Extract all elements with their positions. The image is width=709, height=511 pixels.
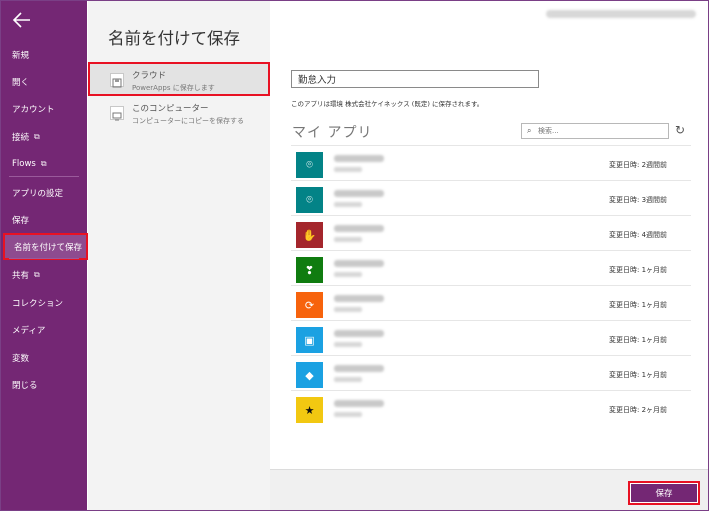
app-name-blurred bbox=[334, 365, 384, 372]
sidebar-item-11[interactable]: 変数 bbox=[1, 344, 87, 371]
app-owner-blurred bbox=[334, 377, 362, 382]
app-name-blurred bbox=[334, 295, 384, 302]
sidebar-item-label: アカウント bbox=[12, 104, 55, 115]
location-pc-title: このコンピューター bbox=[132, 104, 209, 114]
sidebar-item-1[interactable]: 開く bbox=[1, 68, 87, 95]
location-this-computer[interactable]: このコンピューター コンピューターにコピーを保存する bbox=[90, 97, 270, 131]
app-name-input[interactable] bbox=[291, 70, 539, 88]
app-owner-blurred bbox=[334, 307, 362, 312]
external-link-icon: ⧉ bbox=[34, 269, 40, 279]
sidebar-item-label: 変数 bbox=[12, 353, 30, 364]
computer-icon bbox=[110, 106, 124, 121]
save-button[interactable]: 保存 bbox=[628, 481, 700, 505]
sidebar-item-label: 保存 bbox=[12, 215, 30, 226]
sidebar-item-label: アプリの設定 bbox=[12, 188, 64, 199]
map-pin-icon: ⌾ bbox=[296, 187, 323, 213]
search-input[interactable] bbox=[538, 125, 663, 137]
sidebar-item-12[interactable]: 閉じる bbox=[1, 371, 87, 398]
location-cloud[interactable]: クラウド PowerApps に保存します bbox=[88, 62, 270, 96]
app-modified-time: 変更日時: 1ヶ月前 bbox=[609, 301, 668, 309]
sidebar-item-4[interactable]: Flows ⧉ bbox=[1, 150, 87, 177]
app-list: ⌾ 変更日時: 2週間前 ⌾ 変更日時: 3週間前 ✋ 変更日時: 4週間前 ❣ 変更日時: … bbox=[291, 145, 691, 425]
location-cloud-subtitle: PowerApps に保存します bbox=[132, 84, 215, 92]
save-as-window: 新規 開く アカウント 接続 ⧉ Flows ⧉ アプリの設定 保存 名前を付けて保存 共有 ⧉ コレク… bbox=[0, 0, 709, 511]
location-pc-subtitle: コンピューターにコピーを保存する bbox=[132, 117, 244, 125]
sidebar-item-label: 閉じる bbox=[12, 380, 38, 391]
sidebar-item-3[interactable]: 接続 ⧉ bbox=[1, 123, 87, 150]
sidebar-item-8[interactable]: 共有 ⧉ bbox=[1, 261, 87, 288]
refresh-icon[interactable]: ↻ bbox=[675, 123, 685, 137]
app-name-blurred bbox=[334, 330, 384, 337]
diamonds-icon: ◆ bbox=[296, 362, 323, 388]
sidebar-item-label: 共有 bbox=[12, 270, 30, 281]
sidebar-item-label: コレクション bbox=[12, 298, 64, 309]
app-modified-time: 変更日時: 4週間前 bbox=[609, 231, 668, 239]
app-owner-blurred bbox=[334, 412, 362, 417]
back-arrow-icon[interactable] bbox=[10, 9, 34, 31]
app-list-row[interactable]: ⌾ 変更日時: 3週間前 bbox=[291, 180, 691, 215]
my-apps-heading: マイ アプリ bbox=[292, 125, 373, 141]
map-pin-icon: ⌾ bbox=[296, 152, 323, 178]
app-modified-time: 変更日時: 2週間前 bbox=[609, 161, 668, 169]
search-icon: ⌕ bbox=[527, 126, 532, 135]
app-owner-blurred bbox=[334, 237, 362, 242]
sidebar-item-10[interactable]: メディア bbox=[1, 316, 87, 343]
app-owner-blurred bbox=[334, 342, 362, 347]
app-list-row[interactable]: ⌾ 変更日時: 2週間前 bbox=[291, 145, 691, 180]
external-link-icon: ⧉ bbox=[34, 131, 40, 141]
app-list-row[interactable]: ◆ 変更日時: 1ヶ月前 bbox=[291, 355, 691, 390]
footer-bar: 保存 bbox=[270, 469, 708, 510]
cloud-save-icon bbox=[110, 73, 124, 88]
app-modified-time: 変更日時: 1ヶ月前 bbox=[609, 371, 668, 379]
sidebar-item-7[interactable]: 名前を付けて保存 bbox=[3, 233, 88, 260]
sidebar-item-0[interactable]: 新規 bbox=[1, 41, 87, 68]
star-icon: ★ bbox=[296, 397, 323, 423]
page-title: 名前を付けて保存 bbox=[108, 29, 240, 48]
app-modified-time: 変更日時: 3週間前 bbox=[609, 196, 668, 204]
save-environment-note: このアプリは環境 株式会社ケイネックス (既定) に保存されます。 bbox=[291, 100, 484, 108]
app-list-row[interactable]: ❣ 変更日時: 1ヶ月前 bbox=[291, 250, 691, 285]
sidebar-item-label: 開く bbox=[12, 77, 30, 88]
sidebar-item-5[interactable]: アプリの設定 bbox=[1, 179, 87, 206]
save-details-pane: このアプリは環境 株式会社ケイネックス (既定) に保存されます。 マイ アプリ… bbox=[270, 1, 708, 510]
app-owner-blurred bbox=[334, 272, 362, 277]
app-owner-blurred bbox=[334, 202, 362, 207]
location-cloud-title: クラウド bbox=[132, 71, 167, 81]
sidebar-divider bbox=[9, 258, 79, 259]
app-modified-time: 変更日時: 1ヶ月前 bbox=[609, 266, 668, 274]
app-name-blurred bbox=[334, 260, 384, 267]
screen-icon: ▣ bbox=[296, 327, 323, 353]
app-list-row[interactable]: ▣ 変更日時: 1ヶ月前 bbox=[291, 320, 691, 355]
user-info-blurred bbox=[546, 10, 696, 18]
sidebar-item-label: メディア bbox=[12, 325, 46, 336]
sidebar-item-label: 新規 bbox=[12, 50, 30, 61]
sidebar-item-label: Flows bbox=[12, 158, 36, 169]
external-link-icon: ⧉ bbox=[40, 158, 47, 168]
save-location-pane: 名前を付けて保存 クラウド PowerApps に保存します このコンピューター… bbox=[88, 1, 270, 510]
sidebar-item-2[interactable]: アカウント bbox=[1, 95, 87, 122]
app-name-blurred bbox=[334, 400, 384, 407]
app-owner-blurred bbox=[334, 167, 362, 172]
sync-icon: ⟳ bbox=[296, 292, 323, 318]
sidebar-item-6[interactable]: 保存 bbox=[1, 206, 87, 233]
sidebar-item-label: 名前を付けて保存 bbox=[14, 242, 83, 253]
file-menu-sidebar: 新規開くアカウント接続 ⧉ Flows ⧉ アプリの設定 保存名前を付けて保存 共有 ⧉ コレク… bbox=[1, 1, 88, 510]
app-list-row[interactable]: ✋ 変更日時: 4週間前 bbox=[291, 215, 691, 250]
app-name-blurred bbox=[334, 225, 384, 232]
heart-down-icon: ❣ bbox=[296, 257, 323, 283]
sidebar-item-label: 接続 bbox=[12, 132, 30, 143]
sidebar-divider bbox=[9, 176, 79, 177]
thumbs-icon: ✋ bbox=[296, 222, 323, 248]
app-modified-time: 変更日時: 2ヶ月前 bbox=[609, 406, 668, 414]
app-search-box[interactable]: ⌕ bbox=[521, 123, 669, 139]
app-list-row[interactable]: ★ 変更日時: 2ヶ月前 bbox=[291, 390, 691, 425]
app-modified-time: 変更日時: 1ヶ月前 bbox=[609, 336, 668, 344]
sidebar-item-9[interactable]: コレクション bbox=[1, 289, 87, 316]
app-name-blurred bbox=[334, 190, 384, 197]
app-name-blurred bbox=[334, 155, 384, 162]
app-list-row[interactable]: ⟳ 変更日時: 1ヶ月前 bbox=[291, 285, 691, 320]
